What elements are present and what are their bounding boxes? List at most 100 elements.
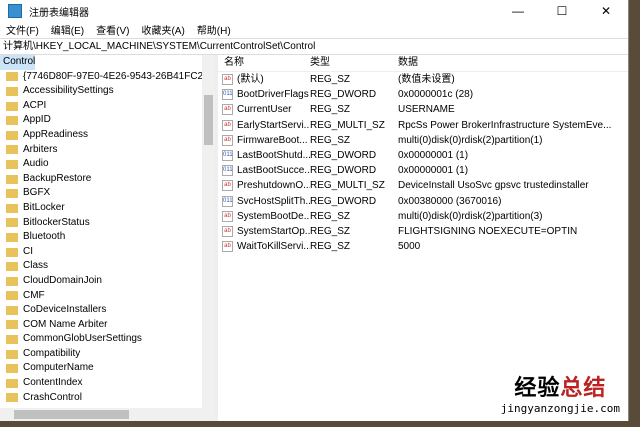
string-value-icon: ab [222,74,233,86]
value-data: 0x00380000 (3670016) [398,195,502,207]
value-type: REG_DWORD [310,89,377,101]
folder-icon [6,174,18,184]
tree-item-label: {7746D80F-97E0-4E26-9543-26B41FC22F79} [23,70,218,82]
scroll-thumb[interactable] [204,95,213,145]
folder-icon [6,86,18,96]
value-row[interactable]: ab WaitToKillServi... REG_SZ 5000 [218,239,628,254]
tree-item[interactable]: Compatibility [0,347,215,362]
value-type: REG_SZ [310,241,351,253]
tree-item[interactable]: BitlockerStatus [0,216,215,231]
value-row[interactable]: 011 LastBootShutd... REG_DWORD 0x00000001 (… [218,148,628,163]
menu-favorites[interactable]: 收藏夹(A) [141,22,184,37]
value-row[interactable]: 011 SvcHostSplitTh... REG_DWORD 0x00380000 … [218,194,628,209]
value-data: RpcSs Power BrokerInfrastructure SystemE… [398,119,612,131]
folder-icon [6,262,18,272]
column-header-data[interactable]: 数据 [398,55,628,71]
tree-item[interactable]: BGFX [0,186,215,201]
folder-icon [6,101,18,111]
title-bar: 注册表编辑器 — ☐ ✕ [0,0,628,22]
column-header-name[interactable]: 名称 [218,55,310,71]
value-row[interactable]: 011 LastBootSucce... REG_DWORD 0x00000001 (… [218,163,628,178]
string-value-icon: ab [222,241,233,253]
string-value-icon: ab [222,225,233,237]
value-row[interactable]: ab (默认) REG_SZ (数值未设置) [218,72,628,87]
tree-item[interactable]: COM Name Arbiter [0,318,215,333]
value-row[interactable]: ab CurrentUser REG_SZ USERNAME [218,102,628,117]
string-value-icon: ab [222,134,233,146]
value-row[interactable]: ab EarlyStartServi... REG_MULTI_SZ RpcSs Po… [218,118,628,133]
binary-value-icon: 011 [222,150,233,162]
string-value-icon: ab [222,119,233,131]
tree-item[interactable]: Audio [0,157,215,172]
value-row[interactable]: 011 BootDriverFlags REG_DWORD 0x0000001c (2… [218,87,628,102]
value-data: DeviceInstall UsoSvc gpsvc trustedinstal… [398,180,589,192]
regedit-icon [8,4,22,18]
menu-edit[interactable]: 编辑(E) [51,22,84,37]
value-name: (默认) [237,74,264,85]
value-name: CurrentUser [237,104,292,116]
tree-item-label: CI [23,245,33,257]
value-type: REG_SZ [310,104,351,116]
folder-icon [6,320,18,330]
tree-item-label: AppReadiness [23,128,89,140]
folder-icon [6,72,18,82]
value-data: 0x00000001 (1) [398,165,469,177]
address-bar[interactable]: 计算机\HKEY_LOCAL_MACHINE\SYSTEM\CurrentCon… [0,38,628,55]
tree-item[interactable]: ComputerName [0,361,215,376]
value-row[interactable]: ab SystemStartOp... REG_SZ FLIGHTSIGNING N… [218,224,628,239]
tree-item[interactable]: CloudDomainJoin [0,274,215,289]
minimize-button[interactable]: — [496,4,540,18]
tree-item[interactable]: CommonGlobUserSettings [0,332,215,347]
binary-value-icon: 011 [222,89,233,101]
tree-item[interactable]: Class [0,259,215,274]
value-type: REG_DWORD [310,149,377,161]
tree-item[interactable]: Bluetooth [0,230,215,245]
tree-item[interactable]: CrashControl [0,391,215,406]
tree-item-label: BitlockerStatus [23,216,90,228]
tree-item-label: AppID [23,114,51,126]
maximize-button[interactable]: ☐ [540,4,584,18]
column-header-type[interactable]: 类型 [310,55,398,71]
value-row[interactable]: ab SystemBootDe... REG_SZ multi(0)disk(0)rd… [218,209,628,224]
binary-value-icon: 011 [222,165,233,177]
tree-item[interactable]: CoDeviceInstallers [0,303,215,318]
menu-view[interactable]: 查看(V) [96,22,129,37]
tree-item[interactable]: CMF [0,289,215,304]
value-type: REG_SZ [310,134,351,146]
tree-root-control[interactable]: Control [0,55,36,70]
folder-icon [6,276,18,286]
tree-item[interactable]: BackupRestore [0,172,215,187]
tree-item-label: BitLocker [23,201,65,213]
tree-item[interactable]: AppReadiness [0,128,215,143]
tree-item-label: ACPI [23,99,47,111]
watermark: 经验总结 jingyanzongjie.com [501,370,620,415]
tree-item[interactable]: CI [0,245,215,260]
value-row[interactable]: ab FirmwareBoot... REG_SZ multi(0)disk(0)rd… [218,133,628,148]
folder-icon [6,145,18,155]
scroll-thumb[interactable] [14,410,129,419]
value-data: 0x00000001 (1) [398,149,469,161]
value-data: 0x0000001c (28) [398,89,474,101]
tree-item[interactable]: BitLocker [0,201,215,216]
tree-item[interactable]: ContentIndex [0,376,215,391]
value-row[interactable]: ab PreshutdownO... REG_MULTI_SZ DeviceInsta… [218,178,628,193]
value-type: REG_SZ [310,210,351,222]
value-name: FirmwareBoot... [237,134,308,146]
menu-file[interactable]: 文件(F) [6,22,39,37]
menu-bar: 文件(F) 编辑(E) 查看(V) 收藏夹(A) 帮助(H) [0,22,628,37]
folder-icon [6,393,18,403]
tree-item[interactable]: {7746D80F-97E0-4E26-9543-26B41FC22F79} [0,70,215,85]
tree-item-label: Bluetooth [23,231,66,243]
tree-item[interactable]: AccessibilitySettings [0,84,215,99]
tree-item[interactable]: Arbiters [0,143,215,158]
close-button[interactable]: ✕ [584,4,628,18]
watermark-text-red: 总结 [560,375,607,400]
value-name: SystemBootDe... [237,210,310,222]
tree-item[interactable]: AppID [0,113,215,128]
tree-item-label: Audio [23,158,49,170]
value-name: SvcHostSplitTh... [237,195,310,207]
menu-help[interactable]: 帮助(H) [197,22,231,37]
tree-item[interactable]: ACPI [0,99,215,114]
tree-horizontal-scrollbar[interactable] [0,408,215,421]
tree-vertical-scrollbar[interactable] [202,55,215,408]
